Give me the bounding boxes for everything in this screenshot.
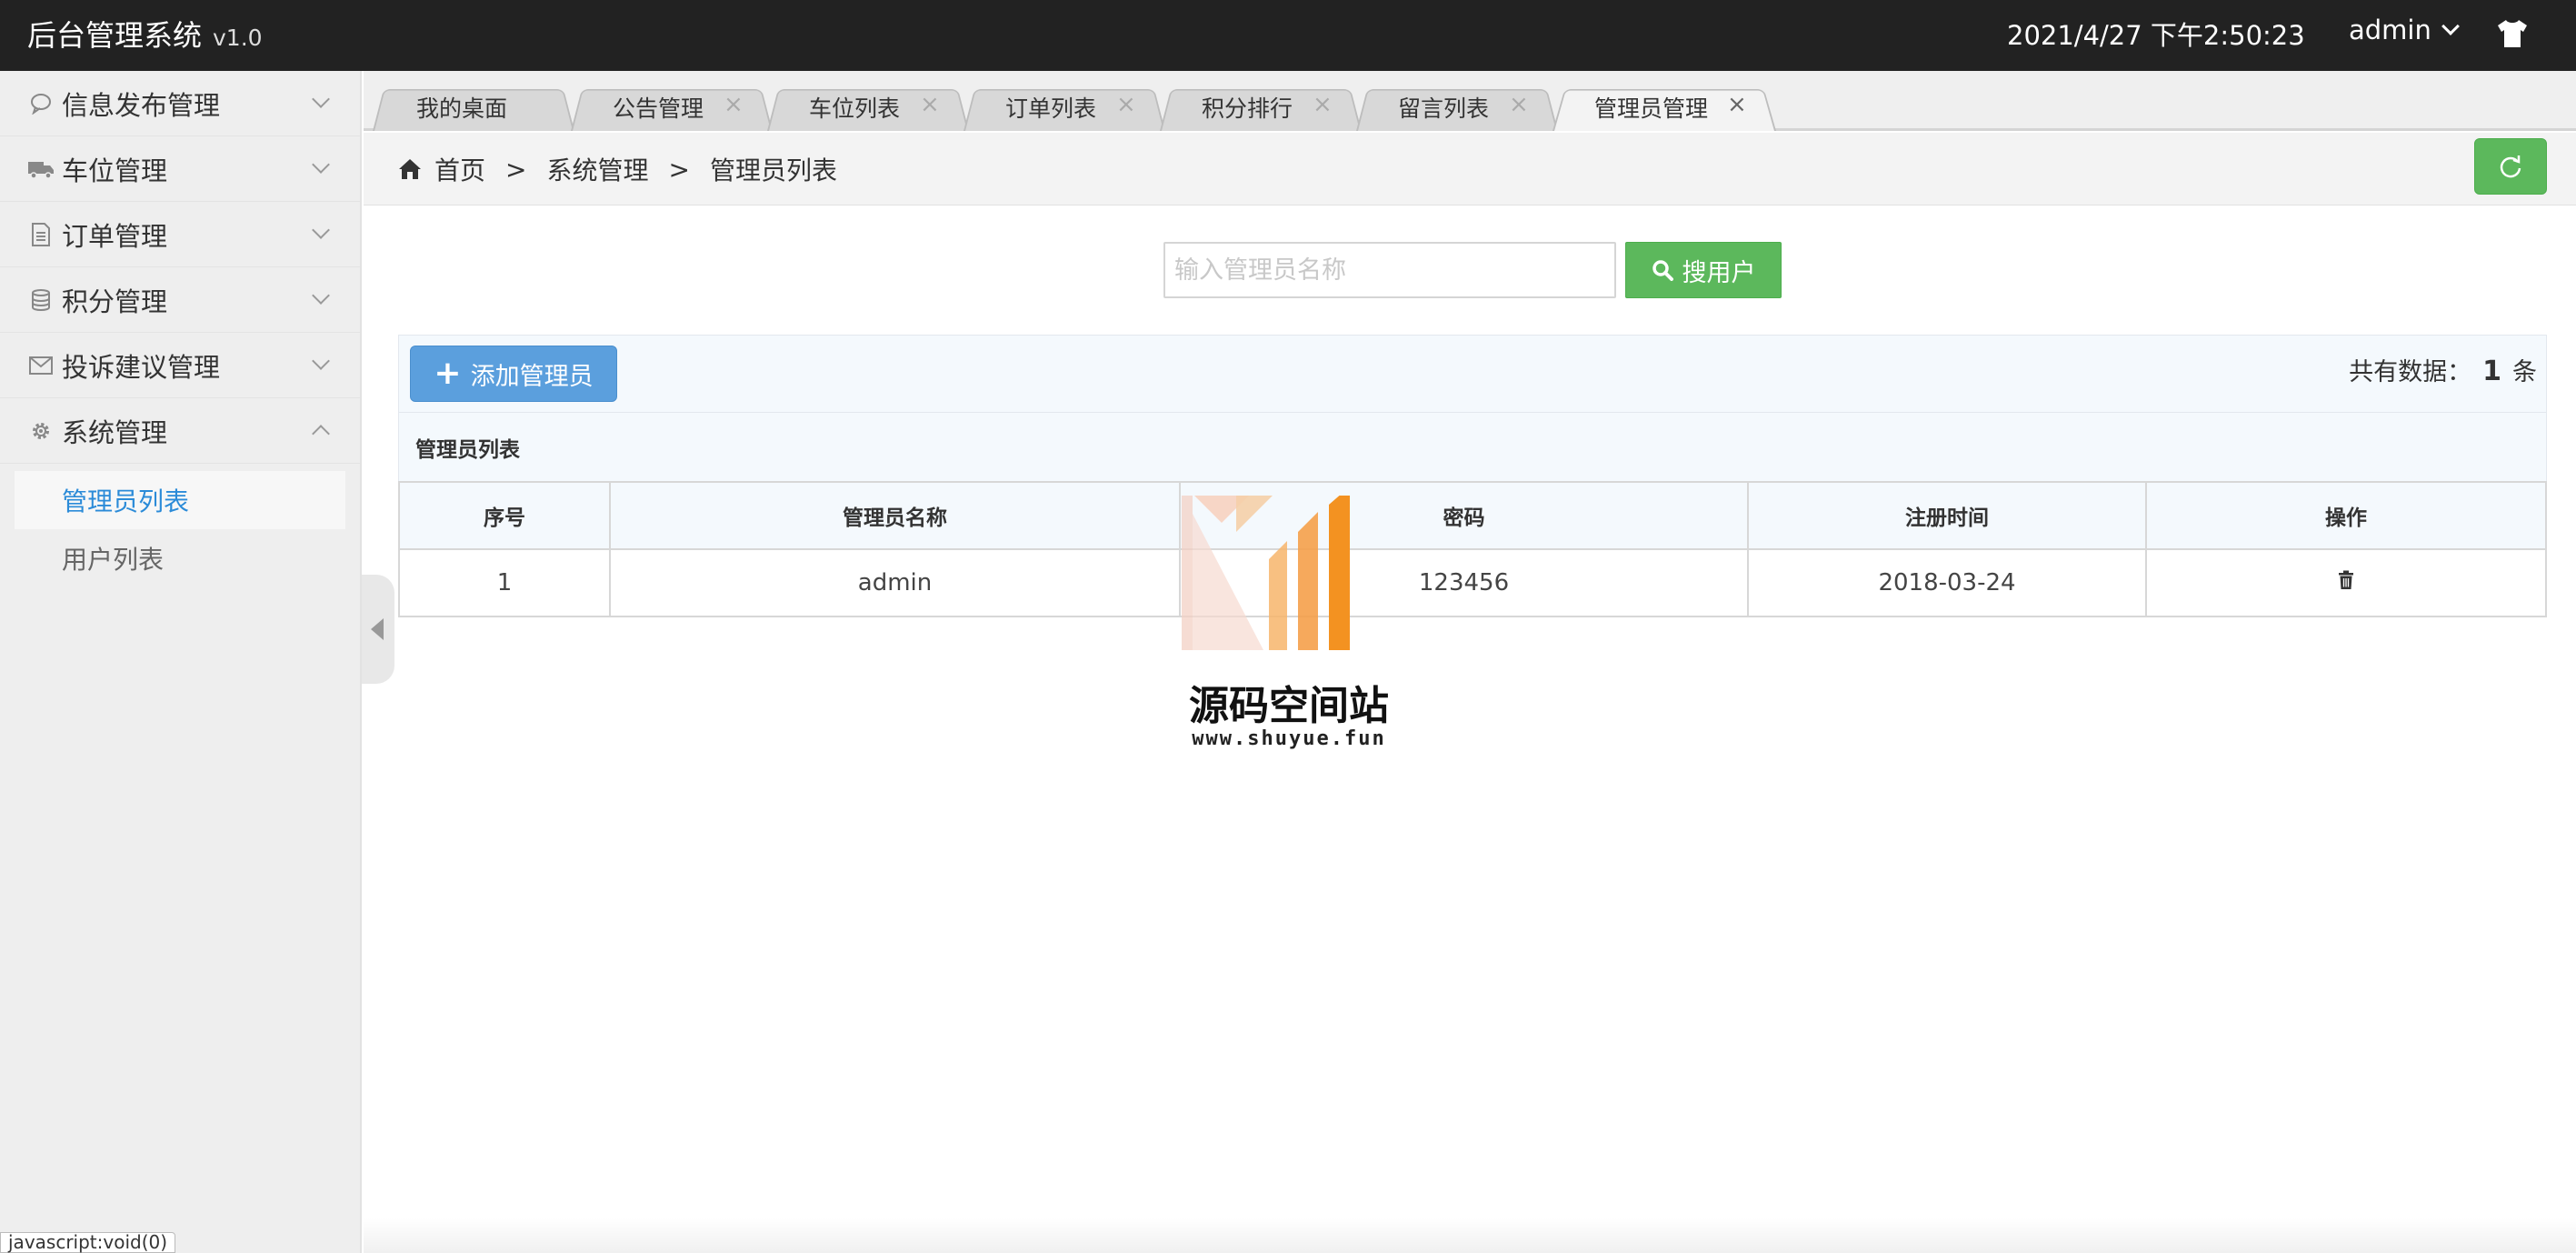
- total-count-value: 1: [2482, 356, 2501, 387]
- tab-admin-manage[interactable]: 管理员管理: [1594, 84, 1708, 131]
- table-row: 1 admin 123456 2018-03-24: [398, 548, 2547, 617]
- total-suffix: 条: [2512, 358, 2537, 386]
- total-count: 共有数据： 1 条: [2349, 352, 2537, 387]
- sidebar-item-points[interactable]: 积分管理: [0, 267, 360, 333]
- breadcrumb-separator: >: [668, 154, 690, 185]
- gear-icon: [27, 417, 55, 445]
- sidebar-item-parking[interactable]: 车位管理: [0, 136, 360, 202]
- envelope-icon: [27, 352, 55, 379]
- database-icon: [27, 286, 55, 314]
- search-icon: [1652, 260, 1673, 281]
- caret-left-icon: [371, 618, 384, 640]
- close-icon[interactable]: ×: [1116, 91, 1136, 118]
- add-admin-label: 添加管理员: [470, 362, 594, 391]
- table-title: 管理员列表: [398, 413, 2547, 482]
- sidebar-subitem-admin-list[interactable]: 管理员列表: [15, 471, 345, 529]
- sidebar-item-orders[interactable]: 订单管理: [0, 202, 360, 267]
- tab-notice[interactable]: 公告管理: [613, 84, 704, 131]
- user-name: admin: [2349, 15, 2431, 45]
- app-version: v1.0: [213, 25, 263, 51]
- datetime-display: 2021/4/27 下午2:50:23: [2007, 20, 2305, 51]
- close-icon[interactable]: ×: [1727, 91, 1747, 118]
- sidebar-item-label: 投诉建议管理: [62, 351, 221, 383]
- close-icon[interactable]: ×: [1509, 91, 1529, 118]
- sidebar-item-info-publish[interactable]: 信息发布管理: [0, 71, 360, 136]
- sidebar-item-system[interactable]: 系统管理: [0, 398, 360, 464]
- cell-index: 1: [398, 548, 611, 617]
- breadcrumb-current: 管理员列表: [709, 155, 837, 185]
- add-admin-button[interactable]: + 添加管理员: [410, 346, 617, 402]
- status-tooltip: javascript:void(0): [0, 1232, 176, 1253]
- watermark-url: www.shuyue.fun: [1192, 727, 1386, 750]
- tshirt-icon[interactable]: [2496, 18, 2529, 49]
- system-submenu: 管理员列表 用户列表: [0, 464, 360, 587]
- sidebar-item-label: 系统管理: [62, 416, 168, 448]
- plus-icon: +: [434, 355, 462, 392]
- top-header: 后台管理系统 v1.0 2021/4/27 下午2:50:23 admin: [0, 0, 2576, 71]
- home-icon: [399, 159, 421, 179]
- sidebar-collapse-handle[interactable]: [362, 575, 394, 684]
- bottom-shade: [364, 1218, 2576, 1253]
- tab-parking-list[interactable]: 车位列表: [809, 84, 900, 131]
- search-users-button[interactable]: 搜用户: [1625, 242, 1782, 298]
- cell-actions: [2145, 548, 2547, 617]
- close-icon[interactable]: ×: [1313, 91, 1333, 118]
- trash-icon[interactable]: [2338, 570, 2354, 590]
- truck-icon: [27, 155, 55, 183]
- sidebar-item-complaints[interactable]: 投诉建议管理: [0, 333, 360, 398]
- sidebar-item-label: 积分管理: [62, 286, 168, 317]
- admin-search-input[interactable]: [1163, 242, 1616, 298]
- table-toolbar: + 添加管理员 共有数据： 1 条: [398, 335, 2547, 413]
- cell-registered: 2018-03-24: [1747, 548, 2147, 617]
- close-icon[interactable]: ×: [724, 91, 744, 118]
- column-header-name: 管理员名称: [609, 481, 1181, 550]
- close-icon[interactable]: ×: [920, 91, 940, 118]
- breadcrumb-separator: >: [505, 154, 527, 185]
- breadcrumb: 首页 > 系统管理 > 管理员列表: [398, 151, 837, 187]
- user-dropdown[interactable]: admin: [2349, 15, 2460, 45]
- column-header-index: 序号: [398, 481, 611, 550]
- table-header-row: 序号 管理员名称 密码 注册时间 操作: [398, 481, 2547, 550]
- column-header-registered: 注册时间: [1747, 481, 2147, 550]
- chevron-down-icon: [312, 352, 330, 370]
- search-button-label: 搜用户: [1682, 258, 1756, 287]
- chevron-down-icon: [312, 286, 330, 305]
- breadcrumb-home[interactable]: 首页: [434, 151, 485, 187]
- app-title-text: 后台管理系统: [27, 18, 203, 53]
- chevron-down-icon: [312, 221, 330, 239]
- tab-desktop[interactable]: 我的桌面: [416, 84, 507, 131]
- sidebar: 信息发布管理 车位管理 订单管理 积分管理 投诉建议管理 系统管理 管理员列表 …: [0, 71, 362, 1253]
- cell-name: admin: [609, 548, 1181, 617]
- app-title: 后台管理系统 v1.0: [27, 13, 263, 55]
- document-icon: [27, 221, 55, 248]
- chevron-down-icon: [312, 90, 330, 108]
- chevron-up-icon: [312, 425, 330, 443]
- tabs-bar: 我的桌面 公告管理 车位列表 订单列表 积分排行 留言列表 管理员管理 × × …: [364, 71, 2576, 131]
- watermark-text: 源码空间站: [1189, 683, 1389, 729]
- refresh-icon: [2500, 155, 2521, 178]
- chevron-down-icon: [312, 155, 330, 174]
- refresh-button[interactable]: [2474, 138, 2547, 195]
- tab-order-list[interactable]: 订单列表: [1005, 84, 1096, 131]
- sidebar-item-label: 车位管理: [62, 155, 168, 186]
- sidebar-item-label: 订单管理: [62, 220, 168, 252]
- chat-icon: [27, 90, 55, 117]
- tab-points-rank[interactable]: 积分排行: [1202, 84, 1293, 131]
- breadcrumb-bar: 首页 > 系统管理 > 管理员列表: [364, 133, 2576, 205]
- column-header-actions: 操作: [2145, 481, 2547, 550]
- sidebar-subitem-user-list[interactable]: 用户列表: [15, 529, 345, 587]
- breadcrumb-system[interactable]: 系统管理: [546, 151, 648, 187]
- sidebar-item-label: 信息发布管理: [62, 89, 221, 121]
- admin-table: 序号 管理员名称 密码 注册时间 操作 1 admin 123456 2018-…: [398, 481, 2547, 617]
- chevron-down-icon: [2441, 17, 2460, 35]
- tab-message-list[interactable]: 留言列表: [1398, 84, 1489, 131]
- total-prefix: 共有数据：: [2349, 358, 2472, 386]
